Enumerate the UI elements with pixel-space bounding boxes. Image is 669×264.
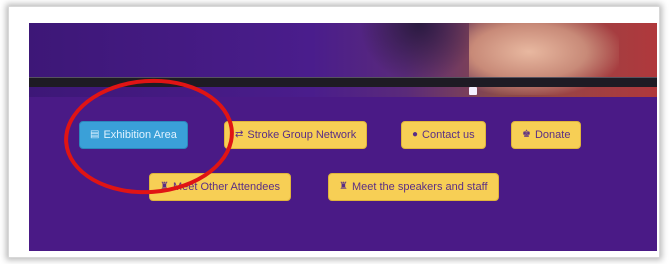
contact-us-button[interactable]: ● Contact us: [401, 121, 486, 149]
screenshot-frame: ▤ Exhibition Area ⇄ Stroke Group Network…: [8, 6, 660, 258]
meet-speakers-staff-label: Meet the speakers and staff: [351, 181, 488, 193]
donate-icon: ♚: [522, 129, 531, 140]
donate-button[interactable]: ♚ Donate: [511, 121, 582, 149]
network-icon: ⇄: [235, 129, 244, 140]
donate-label: Donate: [534, 129, 571, 141]
video-frame-figure: [359, 23, 479, 83]
envelope-icon: ●: [412, 129, 419, 140]
meet-speakers-staff-button[interactable]: ♜ Meet the speakers and staff: [328, 173, 499, 201]
stroke-group-network-button[interactable]: ⇄ Stroke Group Network: [224, 121, 368, 149]
video-progress-handle[interactable]: [469, 87, 477, 95]
users-icon: ♜: [339, 181, 348, 192]
contact-us-label: Contact us: [422, 129, 475, 141]
stroke-group-network-label: Stroke Group Network: [247, 129, 357, 141]
